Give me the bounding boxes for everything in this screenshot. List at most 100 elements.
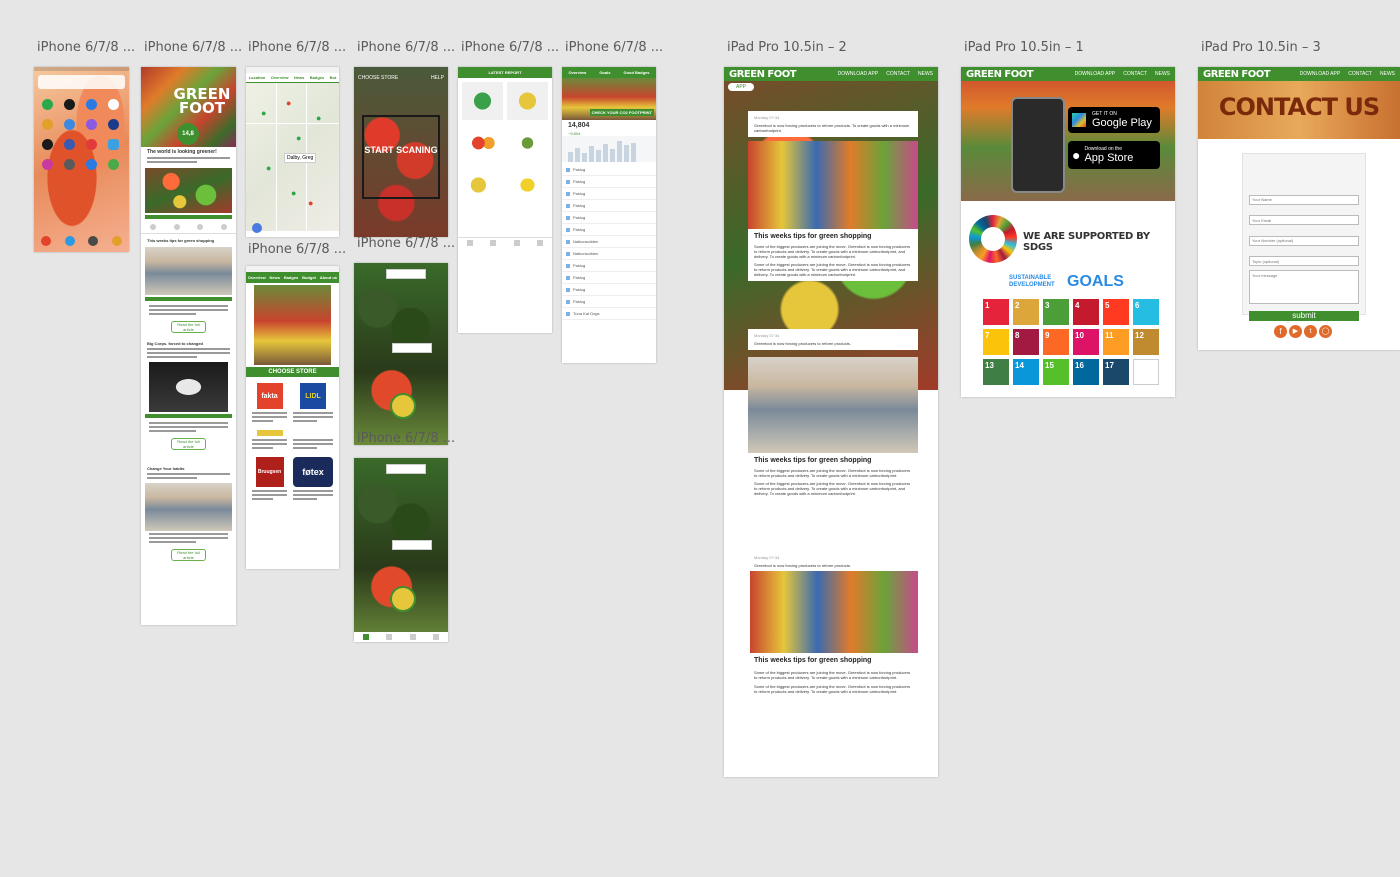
app-tag[interactable]: APP — [728, 83, 755, 91]
email-input[interactable] — [1249, 215, 1359, 225]
product-card[interactable] — [507, 124, 548, 162]
app-icon[interactable] — [86, 119, 97, 130]
tab-about[interactable]: About us — [320, 275, 337, 280]
read-more-button[interactable]: Read the full article — [171, 438, 206, 450]
transaction-row[interactable]: Paklog — [562, 260, 656, 272]
dock-icon[interactable] — [112, 236, 123, 246]
tab-overview[interactable]: Overview — [569, 70, 587, 75]
transaction-row[interactable]: Paklog — [562, 188, 656, 200]
name-input[interactable] — [1249, 194, 1359, 205]
sdg-tile[interactable]: 1 — [983, 299, 1009, 325]
sdg-tile[interactable]: 2 — [1013, 299, 1039, 325]
tab-badges[interactable]: Badges — [284, 275, 298, 280]
tab-overview[interactable]: Overview — [271, 75, 289, 80]
artboard-label[interactable]: iPhone 6/7/8 ... — [357, 431, 455, 446]
transaction-row[interactable]: Paklog — [562, 272, 656, 284]
dock-icon[interactable] — [64, 236, 75, 246]
product-card[interactable] — [507, 82, 548, 120]
artboard-choose-store[interactable]: Overview News Badges Budget About us CHO… — [246, 266, 339, 569]
dock-icon[interactable] — [88, 236, 99, 246]
start-scanning-button[interactable]: START SCANING — [354, 145, 448, 155]
artboard-label[interactable]: iPhone 6/7/8 ... — [565, 40, 663, 55]
transaction-row[interactable]: Paklog — [562, 212, 656, 224]
submit-button[interactable]: submit — [1249, 311, 1359, 321]
app-icon[interactable] — [42, 139, 53, 150]
nav-news[interactable]: NEWS — [918, 71, 933, 77]
nav-contact[interactable]: CONTACT — [886, 71, 910, 77]
app-icon[interactable] — [108, 159, 119, 170]
transaction-row[interactable]: Paklog — [562, 284, 656, 296]
read-more-bar[interactable] — [145, 297, 232, 301]
artboard-footprint[interactable]: Overview Goals Good Badges CHECK YOUR CO… — [562, 67, 656, 363]
sdg-tile[interactable]: 9 — [1043, 329, 1069, 355]
tab-icon[interactable] — [362, 634, 369, 640]
artboard-label[interactable]: iPad Pro 10.5in – 2 — [727, 40, 847, 55]
store-card[interactable]: LIDL — [293, 383, 333, 424]
app-icon[interactable] — [42, 159, 53, 170]
location-icon[interactable] — [252, 223, 262, 233]
nav-news[interactable]: NEWS — [1155, 71, 1170, 77]
app-icon[interactable] — [42, 99, 53, 110]
sdg-tile[interactable]: 4 — [1073, 299, 1099, 325]
artboard-android-home[interactable] — [34, 67, 129, 252]
app-icon[interactable] — [64, 99, 75, 110]
tab-icon[interactable] — [221, 224, 228, 230]
product-card[interactable] — [462, 124, 503, 162]
tab-badges[interactable]: Badges — [310, 75, 324, 80]
map-pin-icon[interactable]: ● — [266, 163, 271, 173]
tab-icon[interactable] — [386, 634, 393, 640]
map-pin-icon[interactable]: ● — [296, 133, 301, 143]
dock-icon[interactable] — [40, 236, 51, 246]
map-canvas[interactable]: ● ● ● ● ● ● ● Dalby, Greg — [246, 83, 339, 233]
sdg-tile[interactable]: 10 — [1073, 329, 1099, 355]
nav-contact[interactable]: CONTACT — [1348, 71, 1372, 77]
read-more-bar[interactable] — [145, 414, 232, 418]
map-pin-icon[interactable]: ● — [308, 198, 313, 208]
store-card[interactable]: Bruugsen — [252, 457, 287, 502]
artboard-label[interactable]: iPhone 6/7/8 ... — [37, 40, 135, 55]
product-card[interactable] — [507, 166, 548, 204]
twitter-icon[interactable]: t — [1304, 325, 1317, 338]
tab-goals[interactable]: Goals — [599, 70, 610, 75]
tab-icon[interactable] — [433, 634, 440, 640]
transaction-row[interactable]: Tuna Kat Dogs — [562, 308, 656, 320]
app-store-button[interactable]: ● Download on the App Store — [1068, 141, 1160, 169]
product-marker[interactable] — [390, 586, 416, 612]
map-pin-icon[interactable]: ● — [286, 98, 291, 108]
tab-news[interactable]: News — [294, 75, 304, 80]
map-pin-icon[interactable]: ● — [316, 113, 321, 123]
app-icon[interactable] — [108, 99, 119, 110]
artboard-label[interactable]: iPhone 6/7/8 ... — [144, 40, 242, 55]
app-icon[interactable] — [64, 159, 75, 170]
sdg-tile[interactable]: 11 — [1103, 329, 1129, 355]
brand-logo[interactable]: GREEN FOOT — [729, 69, 797, 80]
brand-logo[interactable]: GREEN FOOT — [1203, 69, 1271, 80]
artboard-ipad-contact[interactable]: CONTACT US GREEN FOOT DOWNLOAD APP CONTA… — [1198, 67, 1400, 350]
choose-store-link[interactable]: CHOOSE STORE — [358, 75, 398, 81]
sdg-tile[interactable]: 8 — [1013, 329, 1039, 355]
tab-overview[interactable]: Overview — [248, 275, 266, 280]
sdg-tile[interactable]: 15 — [1043, 359, 1069, 385]
app-icon[interactable] — [64, 119, 75, 130]
artboard-map[interactable]: Location Overview News Badges Bot ● ● ● … — [246, 67, 339, 237]
tab-icon[interactable] — [537, 239, 544, 246]
sdg-tile[interactable]: 6 — [1133, 299, 1159, 325]
sdg-tile[interactable]: 16 — [1073, 359, 1099, 385]
message-input[interactable] — [1249, 270, 1359, 304]
nav-download[interactable]: DOWNLOAD APP — [1075, 71, 1116, 77]
tab-icon[interactable] — [466, 239, 473, 246]
read-more-bar[interactable] — [145, 215, 232, 219]
app-icon[interactable] — [86, 159, 97, 170]
nav-download[interactable]: DOWNLOAD APP — [1300, 71, 1341, 77]
brand-logo[interactable]: GREEN FOOT — [966, 69, 1034, 80]
artboard-label[interactable]: iPhone 6/7/8 ... — [461, 40, 559, 55]
transaction-row[interactable]: Paklog — [562, 176, 656, 188]
tab-badges[interactable]: Good Badges — [623, 70, 649, 75]
transaction-row[interactable]: Paklog — [562, 200, 656, 212]
artboard-scan-start[interactable]: CHOOSE STORE HELP START SCANING — [354, 67, 448, 237]
app-icon[interactable] — [108, 119, 119, 130]
read-more-button[interactable]: Read the full article — [171, 321, 206, 333]
tab-icon[interactable] — [149, 224, 156, 230]
app-icon[interactable] — [86, 139, 97, 150]
product-marker[interactable] — [390, 393, 416, 419]
